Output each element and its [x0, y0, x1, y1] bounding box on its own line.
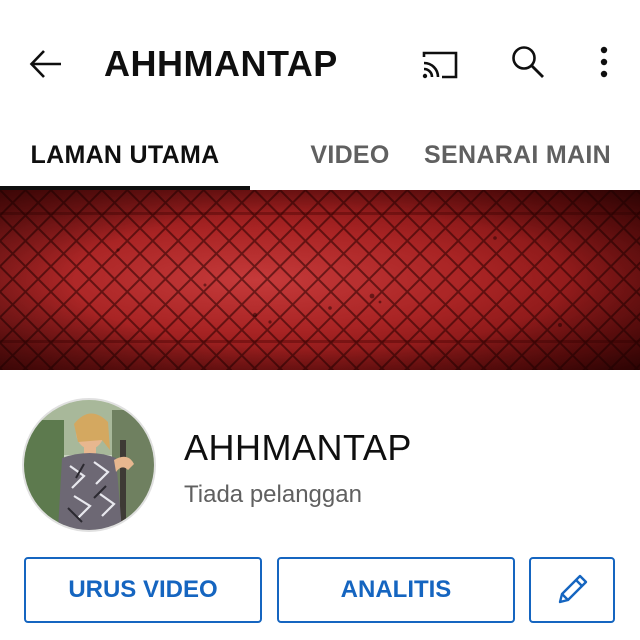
page-title: AHHMANTAP: [104, 43, 338, 84]
more-options-button[interactable]: [580, 34, 628, 90]
banner-mesh-pattern: [0, 190, 640, 370]
pencil-icon: [558, 574, 588, 604]
back-arrow-icon: [29, 50, 61, 78]
cast-button[interactable]: [412, 36, 468, 92]
edit-channel-button[interactable]: [529, 557, 615, 623]
subscriber-count: Tiada pelanggan: [184, 481, 362, 508]
channel-banner: [0, 190, 640, 370]
tab-bar: LAMAN UTAMA VIDEO SENARAI MAIN: [0, 120, 640, 190]
avatar-photo: [24, 400, 154, 530]
app-bar: AHHMANTAP: [0, 0, 640, 120]
manage-videos-button[interactable]: URUS VIDEO: [24, 557, 262, 623]
tab-playlists[interactable]: SENARAI MAIN: [410, 120, 625, 190]
cast-icon: [422, 51, 458, 79]
channel-name: AHHMANTAP: [184, 427, 412, 468]
analytics-button[interactable]: ANALITIS: [277, 557, 515, 623]
channel-avatar[interactable]: [22, 398, 156, 532]
search-button[interactable]: [500, 34, 556, 90]
tab-home[interactable]: LAMAN UTAMA: [0, 120, 250, 190]
search-icon: [512, 46, 544, 78]
back-button[interactable]: [18, 36, 74, 92]
more-vert-icon: [600, 46, 608, 78]
